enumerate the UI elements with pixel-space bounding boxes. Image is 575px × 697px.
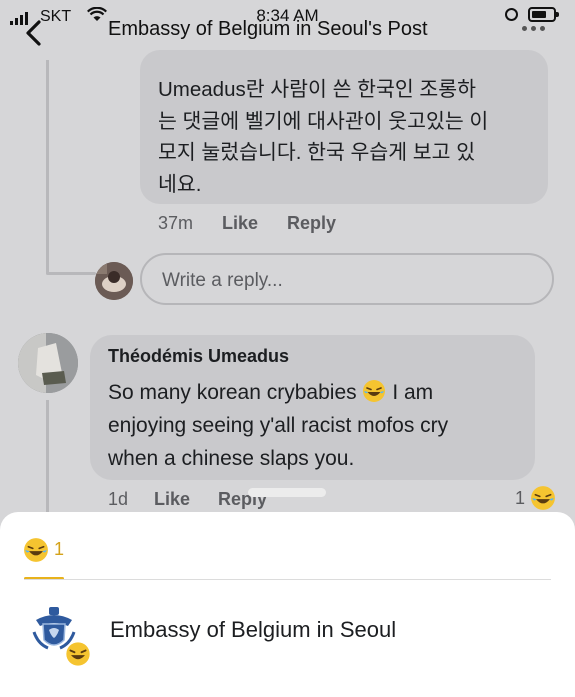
laughing-emoji-icon[interactable] — [530, 485, 556, 511]
laughing-emoji-icon — [64, 640, 92, 668]
avatar[interactable] — [18, 333, 78, 393]
reaction-count[interactable]: 1 — [515, 488, 525, 509]
comment-author[interactable]: Théodémis Umeadus — [108, 346, 289, 367]
comment-bubble: Théodémis Umeadus So many korean crybabi… — [90, 335, 535, 480]
back-arrow-icon[interactable] — [22, 20, 48, 46]
avatar — [95, 262, 133, 300]
thread-connector — [46, 272, 96, 275]
laughing-emoji-icon — [363, 380, 386, 402]
orientation-lock-icon — [505, 8, 518, 21]
thread-line — [46, 60, 49, 274]
comment-time: 1d — [108, 489, 129, 509]
write-reply-input[interactable]: Write a reply... — [140, 253, 554, 305]
like-button[interactable]: Like — [154, 489, 190, 510]
reply-button[interactable]: Reply — [287, 213, 336, 234]
comment-text: So many korean crybabies I am enjoying s… — [108, 380, 449, 470]
sheet-grab-handle[interactable] — [248, 488, 326, 497]
reply-comment-time: 37m — [158, 213, 194, 233]
battery-icon — [528, 7, 559, 22]
like-button[interactable]: Like — [222, 213, 258, 234]
reaction-tab-count[interactable]: 1 — [54, 539, 64, 560]
reply-comment-text: Umeadus란 사람이 쓴 한국인 조롱하 는 댓글에 벨기에 대사관이 웃고… — [158, 78, 489, 196]
more-options-icon[interactable] — [522, 26, 545, 31]
reactions-sheet: 1 Embassy of Belgium in Seoul — [0, 512, 575, 697]
reactor-name[interactable]: Embassy of Belgium in Seoul — [110, 617, 396, 643]
reply-comment-bubble: Umeadus란 사람이 쓴 한국인 조롱하 는 댓글에 벨기에 대사관이 웃고… — [140, 50, 548, 204]
thread-line — [46, 400, 49, 520]
page-title: Embassy of Belgium in Seoul's Post — [108, 18, 428, 40]
laughing-emoji-icon[interactable] — [23, 537, 49, 563]
divider — [24, 579, 551, 580]
